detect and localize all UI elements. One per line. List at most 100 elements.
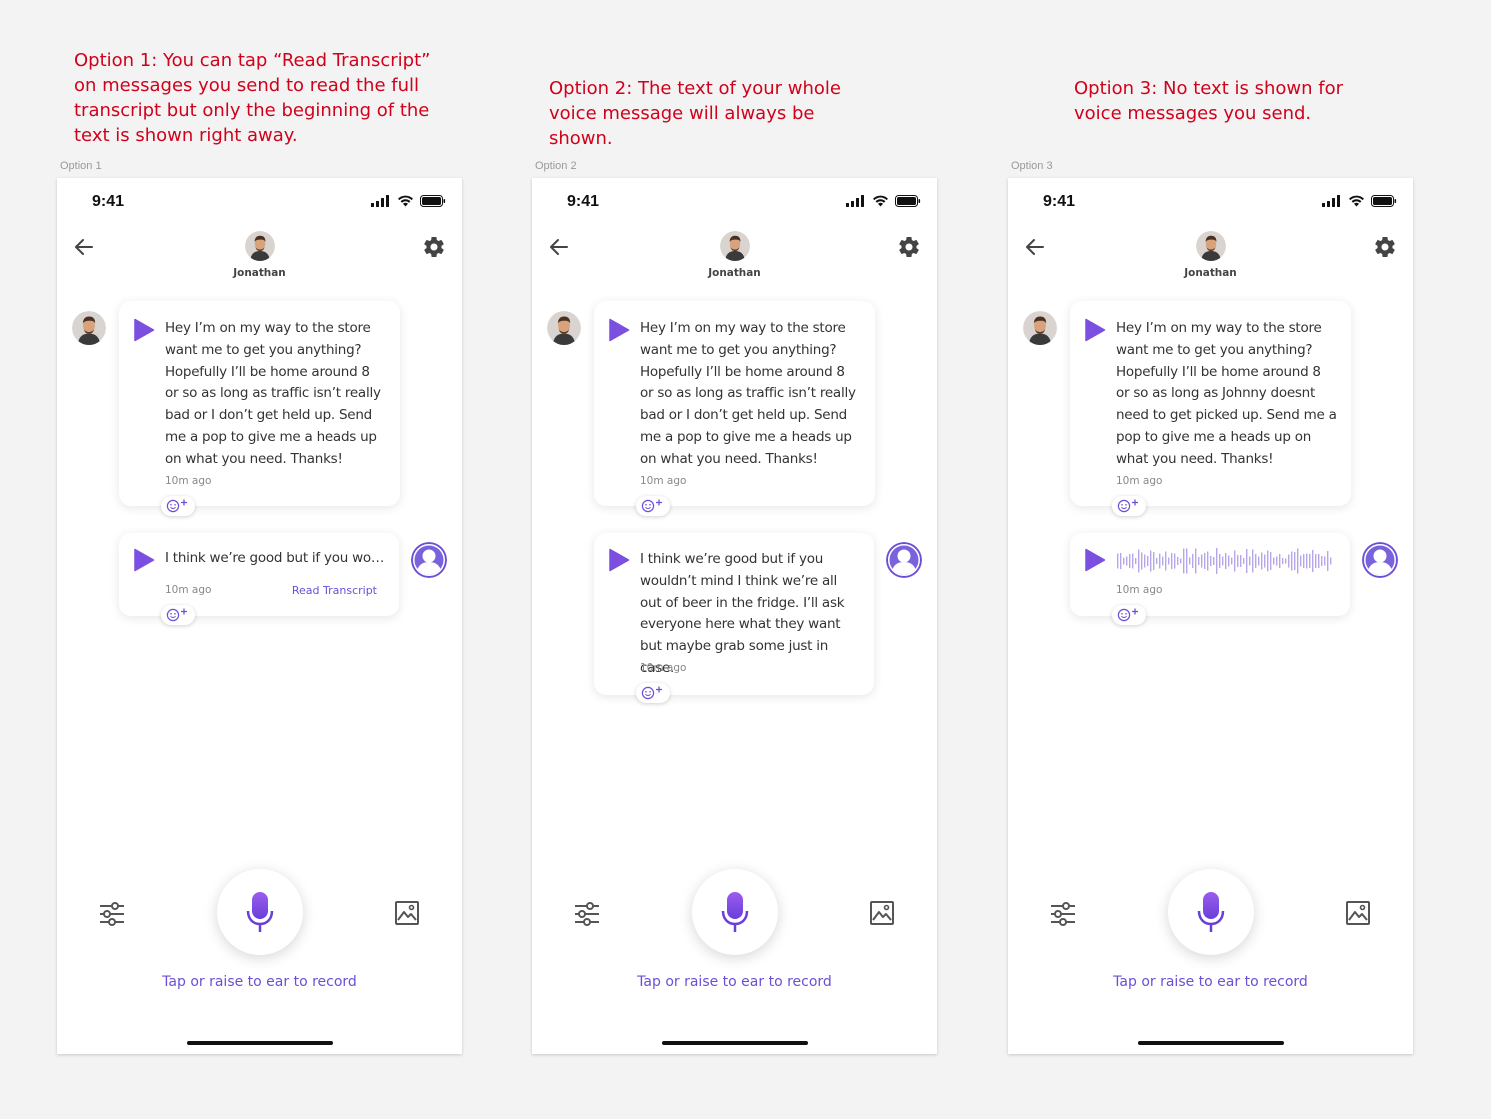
- waveform-bar: [1237, 555, 1239, 567]
- waveform-bar: [1150, 550, 1152, 572]
- outgoing-voice-message[interactable]: 10m ago: [1070, 533, 1350, 625]
- outgoing-voice-message[interactable]: I think we’re good but if you wouldn’t m…: [594, 533, 874, 703]
- waveform-bar: [1129, 554, 1131, 568]
- waveform-bar: [1192, 554, 1194, 568]
- play-icon[interactable]: [608, 548, 630, 572]
- waveform-bar: [1321, 556, 1323, 566]
- cellular-signal-icon: [846, 195, 864, 207]
- waveform-bar: [1300, 555, 1302, 567]
- waveform-bar: [1276, 556, 1278, 566]
- contact-header[interactable]: Jonathan: [1008, 231, 1413, 279]
- sliders-settings-icon[interactable]: [573, 900, 601, 928]
- incoming-voice-message[interactable]: Hey I’m on my way to the store want me t…: [1070, 301, 1351, 516]
- waveform-bar: [1240, 555, 1242, 567]
- phone-option-1: 9:41 Jonathan Hey I’m on my way to the s…: [57, 178, 462, 1054]
- waveform-bar: [1258, 556, 1260, 566]
- outgoing-voice-message[interactable]: I think we’re good but if you wo… 10m ag…: [119, 533, 399, 625]
- image-gallery-icon[interactable]: [1345, 900, 1371, 926]
- waveform-bar: [1168, 557, 1170, 565]
- audio-waveform[interactable]: [1116, 547, 1332, 575]
- contact-avatar: [1195, 231, 1226, 261]
- waveform-bar: [1120, 553, 1122, 569]
- image-gallery-icon[interactable]: [394, 900, 420, 926]
- waveform-bar: [1234, 550, 1236, 572]
- sliders-settings-icon[interactable]: [1049, 900, 1077, 928]
- waveform-bar: [1147, 556, 1149, 566]
- phone-option-3: 9:41 Jonathan Hey I’m on my way to the s…: [1008, 178, 1413, 1054]
- waveform-bar: [1210, 556, 1212, 566]
- play-icon[interactable]: [133, 318, 155, 342]
- waveform-bar: [1288, 554, 1290, 568]
- annotation-option-2: Option 2: The text of your whole voice m…: [549, 78, 841, 149]
- incoming-voice-message[interactable]: Hey I’m on my way to the store want me t…: [594, 301, 875, 516]
- waveform-bar: [1156, 558, 1158, 564]
- waveform-bar: [1309, 554, 1311, 568]
- record-hint: Tap or raise to ear to record: [1113, 974, 1308, 990]
- waveform-bar: [1231, 557, 1233, 565]
- status-time: 9:41: [1043, 193, 1076, 210]
- home-indicator: [1138, 1041, 1284, 1045]
- play-icon[interactable]: [1084, 548, 1106, 572]
- play-icon[interactable]: [608, 318, 630, 342]
- incoming-voice-message[interactable]: Hey I’m on my way to the store want me t…: [119, 301, 400, 516]
- status-icons: [846, 195, 921, 207]
- image-gallery-icon[interactable]: [869, 900, 895, 926]
- message-transcript: Hey I’m on my way to the store want me t…: [640, 320, 856, 467]
- waveform-bar: [1186, 548, 1188, 574]
- waveform-bar: [1324, 556, 1326, 566]
- contact-header[interactable]: Jonathan: [532, 231, 937, 279]
- waveform-bar: [1273, 557, 1275, 565]
- microphone-icon: [721, 892, 749, 932]
- waveform-bar: [1330, 557, 1332, 565]
- status-time: 9:41: [567, 193, 600, 210]
- contact-message-avatar: [547, 311, 581, 345]
- cellular-signal-icon: [371, 195, 389, 207]
- add-reaction-icon[interactable]: [1112, 605, 1146, 625]
- waveform-bar: [1318, 554, 1320, 568]
- record-button[interactable]: [692, 869, 778, 955]
- contact-message-avatar: [72, 311, 106, 345]
- read-transcript-link[interactable]: Read Transcript: [292, 584, 377, 597]
- waveform-bar: [1297, 548, 1299, 574]
- waveform-bar: [1132, 553, 1134, 569]
- user-avatar: [886, 542, 922, 578]
- waveform-bar: [1204, 553, 1206, 569]
- battery-icon: [420, 195, 446, 207]
- home-indicator: [662, 1041, 808, 1045]
- play-icon[interactable]: [1084, 318, 1106, 342]
- waveform-bar: [1153, 552, 1155, 570]
- add-reaction-icon[interactable]: [161, 496, 195, 516]
- record-button[interactable]: [217, 869, 303, 955]
- play-icon[interactable]: [133, 548, 155, 572]
- waveform-bar: [1138, 549, 1140, 573]
- annotation-option-1: Option 1: You can tap “Read Transcript” …: [74, 50, 431, 146]
- waveform-bar: [1306, 553, 1308, 569]
- waveform-bar: [1135, 558, 1137, 564]
- add-reaction-icon[interactable]: [636, 683, 670, 703]
- add-reaction-icon[interactable]: [1112, 496, 1146, 516]
- waveform-bar: [1195, 548, 1197, 574]
- status-icons: [371, 195, 446, 207]
- record-button[interactable]: [1168, 869, 1254, 955]
- waveform-bar: [1264, 554, 1266, 568]
- add-reaction-icon[interactable]: [636, 496, 670, 516]
- waveform-bar: [1123, 557, 1125, 565]
- message-transcript-preview: I think we’re good but if you wo…: [165, 550, 385, 566]
- waveform-bar: [1252, 549, 1254, 573]
- status-icons: [1322, 195, 1397, 207]
- contact-avatar: [719, 231, 750, 261]
- add-reaction-icon[interactable]: [161, 605, 195, 625]
- waveform-bar: [1180, 558, 1182, 564]
- contact-name: Jonathan: [1184, 266, 1237, 279]
- contact-header[interactable]: Jonathan: [57, 231, 462, 279]
- status-time: 9:41: [92, 193, 125, 210]
- message-transcript: I think we’re good but if you wouldn’t m…: [640, 551, 845, 676]
- contact-name: Jonathan: [708, 266, 761, 279]
- sliders-settings-icon[interactable]: [98, 900, 126, 928]
- user-avatar: [1362, 542, 1398, 578]
- microphone-icon: [1197, 892, 1225, 932]
- waveform-bar: [1141, 552, 1143, 570]
- waveform-bar: [1282, 558, 1284, 564]
- message-timestamp: 10m ago: [1116, 584, 1163, 596]
- home-indicator: [187, 1041, 333, 1045]
